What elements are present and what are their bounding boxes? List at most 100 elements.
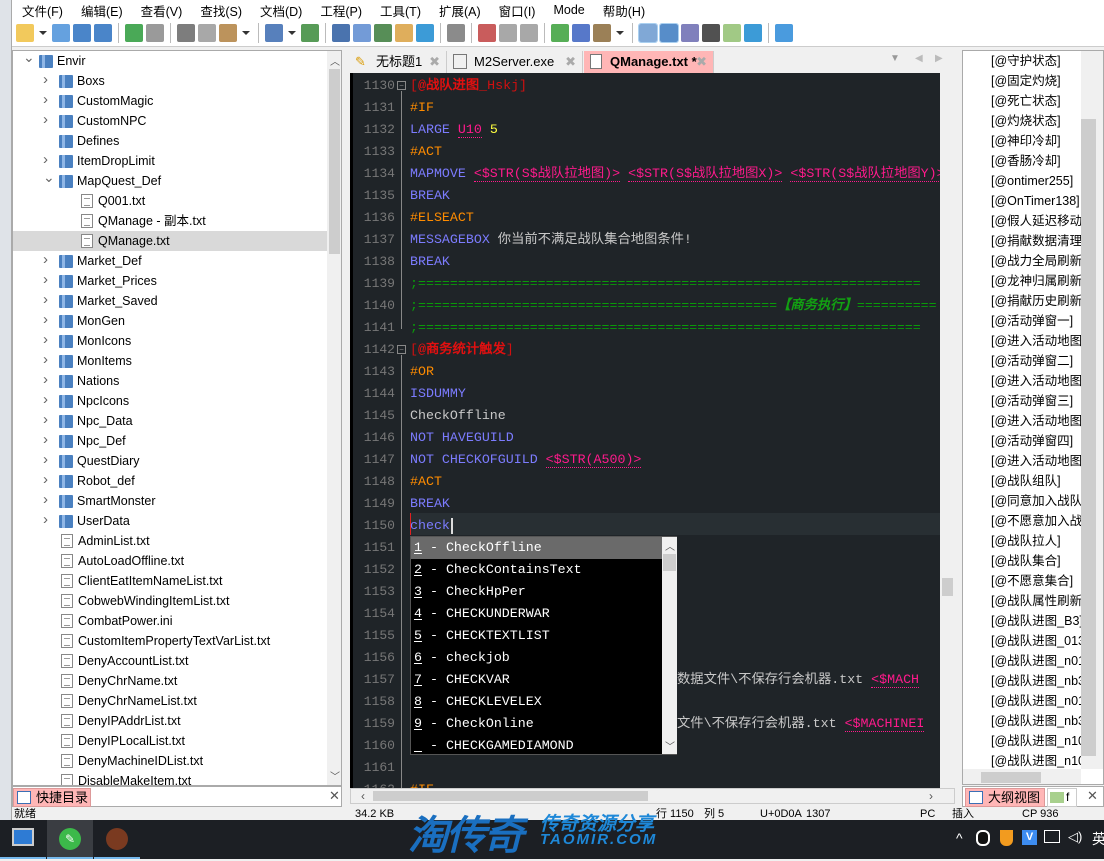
grid-icon[interactable]	[723, 24, 741, 42]
cut-icon[interactable]	[177, 24, 195, 42]
format-icon[interactable]	[301, 24, 319, 42]
chevron-right-icon[interactable]: ›	[43, 390, 53, 410]
chevron-right-icon[interactable]: ›	[43, 110, 53, 130]
chevron-right-icon[interactable]: ›	[43, 370, 53, 390]
tree-item[interactable]: › Market_Def	[13, 251, 327, 271]
outline-item[interactable]: [@龙神归属刷新]	[991, 271, 1086, 291]
record-macro-icon[interactable]	[478, 24, 496, 42]
autocomplete-item[interactable]: 6 - checkjob	[411, 647, 662, 669]
code-line[interactable]: LARGE U10 5	[410, 119, 498, 141]
outline-item[interactable]: [@战队组队]	[991, 471, 1061, 491]
chevron-right-icon[interactable]: ›	[43, 450, 53, 470]
document-icon[interactable]	[681, 24, 699, 42]
outline-item[interactable]: [@捐献历史刷新]	[991, 291, 1086, 311]
plugin-icon[interactable]	[551, 24, 569, 42]
editor-hscrollbar[interactable]: ‹ ›	[350, 788, 955, 804]
menu-item[interactable]: 文件(F)	[12, 1, 71, 20]
outline-item[interactable]: [@进入活动地图4	[991, 451, 1089, 471]
outline-item[interactable]: [@不愿意集合]	[991, 571, 1073, 591]
tree-item[interactable]: DenyChrName.txt	[13, 671, 327, 691]
menu-item[interactable]: 查找(S)	[190, 1, 250, 20]
outline-item[interactable]: [@进入活动地图1	[991, 331, 1089, 351]
scroll-up-icon[interactable]: ︿	[330, 53, 340, 68]
tree-item[interactable]: › MonGen	[13, 311, 327, 331]
chevron-right-icon[interactable]: ›	[43, 90, 53, 110]
code-line[interactable]: [@战队进图_Hskj]	[410, 75, 527, 97]
outline-hscrollbar[interactable]	[963, 769, 1081, 784]
security-shield-icon[interactable]	[1000, 830, 1013, 846]
code-line[interactable]: [@商务统计触发]	[410, 339, 514, 361]
scroll-down-icon[interactable]: ﹀	[665, 738, 675, 753]
tree-item[interactable]: › ItemDropLimit	[13, 151, 327, 171]
code-line[interactable]: ;=======================================…	[410, 317, 921, 339]
ime-indicator[interactable]: 英	[1092, 829, 1104, 849]
outline-item[interactable]: [@ontimer255]	[991, 171, 1073, 191]
tree-item[interactable]: AutoLoadOffline.txt	[13, 551, 327, 571]
tree-item[interactable]: DenyAccountList.txt	[13, 651, 327, 671]
menu-item[interactable]: 工程(P)	[310, 1, 370, 20]
menu-item[interactable]: 帮助(H)	[593, 1, 653, 20]
code-line[interactable]: ISDUMMY	[410, 383, 466, 405]
tree-item[interactable]: › MonItems	[13, 351, 327, 371]
outline-item[interactable]: [@战队进图_n010	[991, 651, 1092, 671]
menu-item[interactable]: 窗口(I)	[489, 1, 544, 20]
code-line[interactable]: NOT HAVEGUILD	[410, 427, 514, 449]
network-icon[interactable]	[1044, 830, 1060, 843]
code-line[interactable]: #IF	[410, 779, 434, 788]
code-line[interactable]: 数据文件\不保存行会机器.txt <$MACH	[677, 669, 920, 691]
outline-scroll-thumb[interactable]	[1081, 119, 1096, 756]
outline-item[interactable]: [@战队集合]	[991, 551, 1061, 571]
menu-item[interactable]: 文档(D)	[250, 1, 310, 20]
chevron-right-icon[interactable]: ›	[43, 410, 53, 430]
tab-m2server[interactable]: M2Server.exe ✖	[448, 51, 583, 73]
tree-scrollbar[interactable]: ︿ ﹀	[327, 51, 341, 785]
new-file-icon[interactable]	[16, 24, 34, 42]
code-line[interactable]: ;=======================================…	[410, 273, 921, 295]
autocomplete-scroll-thumb[interactable]	[663, 554, 676, 571]
autocomplete-item[interactable]: 1 - CheckOffline	[411, 537, 662, 559]
scroll-right-icon[interactable]: ›	[929, 789, 933, 803]
replace-icon[interactable]	[374, 24, 392, 42]
outline-item[interactable]: [@活动弹窗一]	[991, 311, 1073, 331]
chevron-down-icon[interactable]: ⌄	[23, 51, 35, 67]
dropdown-arrow-icon[interactable]	[39, 31, 47, 35]
tree-item[interactable]: DenyIPAddrList.txt	[13, 711, 327, 731]
outline-item[interactable]: [@战队拉人]	[991, 531, 1061, 551]
dropdown-arrow-icon[interactable]	[288, 31, 296, 35]
menu-item[interactable]: 编辑(E)	[71, 1, 131, 20]
outline-item[interactable]: [@战队进图_n012	[991, 691, 1092, 711]
save-all-icon[interactable]	[94, 24, 112, 42]
tab-untitled1[interactable]: ✎ 无标题1 ✖	[350, 51, 447, 73]
dropdown-arrow-icon[interactable]	[616, 31, 624, 35]
tree-item[interactable]: ⌄ Envir	[13, 51, 327, 71]
tree-item[interactable]: › SmartMonster	[13, 491, 327, 511]
autocomplete-scrollbar[interactable]: ︿ ﹀	[662, 537, 677, 754]
scroll-down-icon[interactable]: ﹀	[330, 768, 340, 783]
chevron-right-icon[interactable]: ›	[43, 70, 53, 90]
tree-item[interactable]: › UserData	[13, 511, 327, 531]
scroll-left-icon[interactable]: ‹	[361, 789, 365, 803]
autocomplete-item[interactable]: 4 - CHECKUNDERWAR	[411, 603, 662, 625]
code-line[interactable]: #ACT	[410, 141, 442, 163]
tree-item[interactable]: › MonIcons	[13, 331, 327, 351]
outline-item[interactable]: [@战队进图_0131	[991, 631, 1092, 651]
code-line[interactable]: #ELSEACT	[410, 207, 474, 229]
outline-item[interactable]: [@战队属性刷新]	[991, 591, 1086, 611]
outline-item[interactable]: [@战队进图_n100	[991, 751, 1092, 771]
find-icon[interactable]	[332, 24, 350, 42]
tree-item[interactable]: › CustomMagic	[13, 91, 327, 111]
tab-quick-dir[interactable]: 快捷目录	[13, 788, 91, 807]
tree-item[interactable]: › CustomNPC	[13, 111, 327, 131]
save-icon[interactable]	[73, 24, 91, 42]
tab-qmanage[interactable]: QManage.txt * ✖	[584, 51, 714, 73]
code-line[interactable]: NOT CHECKOFGUILD <$STR(A500)>	[410, 449, 642, 471]
paste-icon[interactable]	[219, 24, 237, 42]
tree-item[interactable]: ClientEatItemNameList.txt	[13, 571, 327, 591]
console-icon[interactable]	[702, 24, 720, 42]
outline-item[interactable]: [@香肠冷却]	[991, 151, 1061, 171]
chevron-down-icon[interactable]: ⌄	[43, 167, 55, 187]
editor-vscrollbar[interactable]	[940, 73, 955, 788]
help-icon[interactable]	[775, 24, 793, 42]
outline-item[interactable]: [@OnTimer138]	[991, 191, 1080, 211]
macro-list-icon[interactable]	[520, 24, 538, 42]
